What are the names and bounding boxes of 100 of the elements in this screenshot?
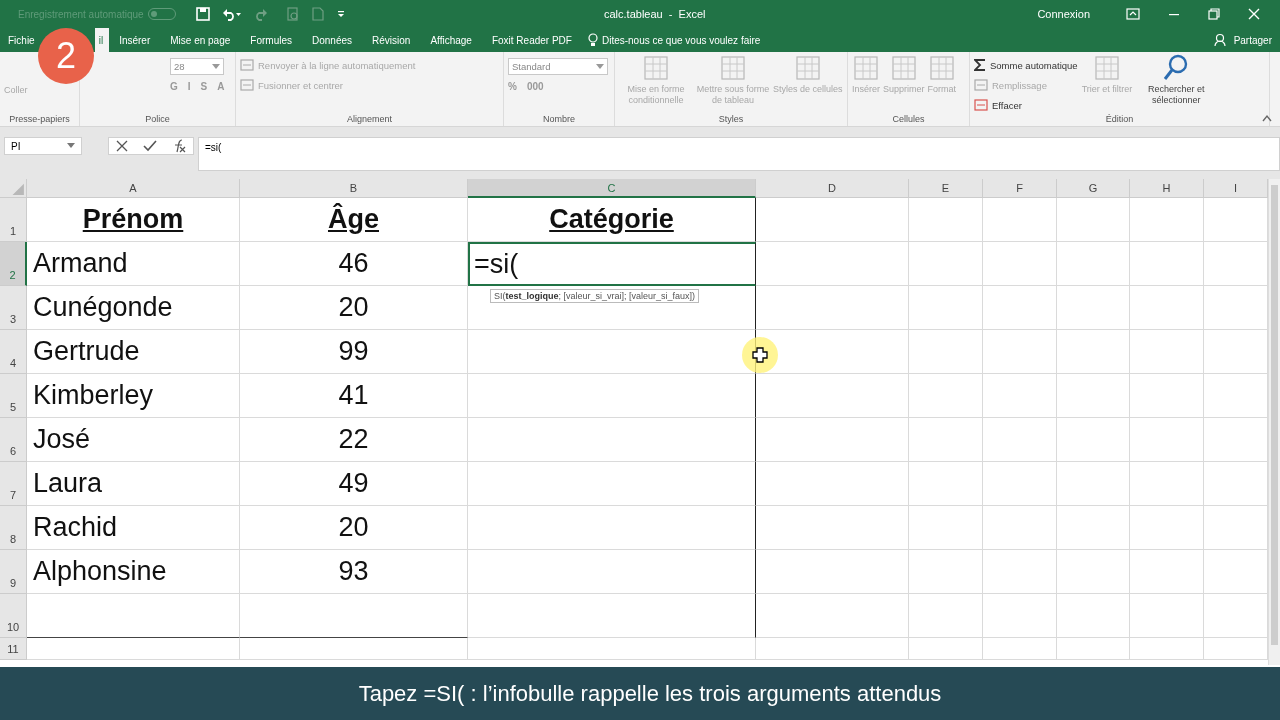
name-box[interactable]: PI — [4, 137, 82, 155]
ribbon-tab[interactable]: Affichage — [420, 28, 482, 52]
table-cell[interactable]: 20 — [240, 506, 468, 550]
column-header[interactable]: E — [909, 179, 983, 198]
cell-text: 41 — [338, 380, 369, 411]
ribbon-display-icon[interactable] — [1126, 8, 1140, 20]
table-cell[interactable] — [468, 418, 756, 462]
table-cell[interactable] — [468, 594, 756, 638]
formula-input[interactable]: =si( — [198, 137, 1280, 171]
table-cell[interactable] — [468, 506, 756, 550]
tell-me-search[interactable]: Dites-nous ce que vous voulez faire — [587, 33, 761, 47]
ribbon-tab[interactable]: Formules — [240, 28, 302, 52]
ribbon-tab[interactable]: Révision — [362, 28, 421, 52]
dropdown-caret-icon[interactable] — [212, 63, 221, 70]
group-label: Cellules — [891, 113, 926, 126]
column-header[interactable]: D — [756, 179, 909, 198]
collapse-ribbon-icon[interactable] — [1262, 114, 1272, 122]
row-header[interactable]: 11 — [0, 638, 27, 660]
ribbon-tab[interactable]: Mise en page — [160, 28, 241, 52]
enter-icon[interactable] — [143, 140, 157, 152]
mouse-cursor-icon[interactable] — [740, 335, 780, 375]
row-header[interactable]: 8 — [0, 506, 27, 550]
ribbon-tab[interactable]: Insérer — [109, 28, 161, 52]
column-header[interactable]: G — [1057, 179, 1130, 198]
table-cell[interactable]: 20 — [240, 286, 468, 330]
caption-banner: Tapez =SI( : l’infobulle rappelle les trois arguments attendus — [0, 667, 1280, 720]
table-cell[interactable]: Prénom — [27, 198, 240, 242]
table-cell[interactable] — [468, 374, 756, 418]
cell-text: Kimberley — [33, 380, 154, 411]
ribbon-button[interactable]: Effacer — [974, 98, 1078, 112]
vertical-scrollbar[interactable] — [1268, 179, 1280, 665]
ribbon-tab[interactable]: il — [94, 28, 110, 52]
table-cell[interactable]: Laura — [27, 462, 240, 506]
print-preview-icon[interactable] — [286, 7, 300, 21]
close-icon[interactable] — [1248, 8, 1260, 20]
table-cell[interactable]: 99 — [240, 330, 468, 374]
table-cell[interactable]: 46 — [240, 242, 468, 286]
row-header[interactable]: 2 — [0, 242, 27, 286]
function-tooltip: SI(test_logique; [valeur_si_vrai]; [valeur_si_faux]) — [490, 289, 700, 303]
table-cell[interactable] — [468, 550, 756, 594]
dropdown-field[interactable]: Standard — [508, 58, 608, 75]
table-cell[interactable] — [468, 286, 756, 330]
table-cell[interactable]: Cunégonde — [27, 286, 240, 330]
dropdown-caret-icon[interactable] — [596, 63, 604, 70]
new-document-icon[interactable] — [312, 7, 324, 21]
row-header[interactable]: 10 — [0, 594, 27, 638]
share-button[interactable]: Partager — [1213, 33, 1280, 47]
table-cell[interactable]: Catégorie — [468, 198, 756, 242]
row-header[interactable]: 9 — [0, 550, 27, 594]
column-header[interactable]: C — [468, 179, 756, 198]
row-header[interactable]: 7 — [0, 462, 27, 506]
cell-text: Laura — [33, 468, 103, 499]
column-header[interactable]: H — [1130, 179, 1204, 198]
undo-icon[interactable] — [222, 7, 242, 21]
sigma-icon[interactable] — [974, 58, 986, 72]
row-header[interactable]: 6 — [0, 418, 27, 462]
group-label: Édition — [1104, 113, 1135, 126]
ribbon-tab[interactable]: Fichie — [0, 28, 37, 52]
table-cell[interactable]: José — [27, 418, 240, 462]
column-header[interactable]: B — [240, 179, 468, 198]
save-icon[interactable] — [196, 7, 210, 21]
command-icon[interactable] — [974, 98, 988, 112]
ribbon-button[interactable]: Rechercher et sélectionner — [1136, 54, 1217, 106]
table-cell[interactable]: Alphonsine — [27, 550, 240, 594]
dropdown-field[interactable]: 28 — [170, 58, 225, 75]
cell-text: José — [33, 424, 91, 455]
ribbon-button[interactable]: Somme automatique — [974, 58, 1078, 72]
select-all-icon[interactable] — [0, 179, 27, 198]
column-header[interactable]: I — [1204, 179, 1268, 198]
lightbulb-icon[interactable] — [587, 33, 598, 47]
ribbon-tab[interactable]: Foxit Reader PDF — [481, 28, 582, 52]
cancel-icon[interactable] — [116, 140, 129, 152]
search-icon[interactable] — [1163, 54, 1190, 82]
row-header[interactable]: 3 — [0, 286, 27, 330]
table-cell[interactable]: 41 — [240, 374, 468, 418]
cell-text: 20 — [338, 292, 369, 323]
sign-in-link[interactable]: Connexion — [1037, 8, 1090, 20]
table-cell[interactable] — [468, 462, 756, 506]
table-cell[interactable]: Kimberley — [27, 374, 240, 418]
row-header[interactable]: 1 — [0, 198, 27, 242]
cell-text: Gertrude — [33, 336, 140, 367]
table-cell[interactable]: 93 — [240, 550, 468, 594]
cell-text: Âge — [328, 204, 379, 235]
table-cell[interactable]: Rachid — [27, 506, 240, 550]
column-header[interactable]: A — [27, 179, 240, 198]
column-header[interactable]: F — [983, 179, 1057, 198]
table-cell[interactable]: Gertrude — [27, 330, 240, 374]
cell-text: 93 — [338, 556, 369, 587]
person-icon[interactable] — [1213, 33, 1228, 47]
group-label: Presse-papiers — [8, 113, 71, 126]
table-cell[interactable]: Armand — [27, 242, 240, 286]
ribbon-tab[interactable]: Données — [302, 28, 363, 52]
table-cell[interactable]: 49 — [240, 462, 468, 506]
dropdown-caret-icon[interactable] — [67, 143, 75, 149]
table-cell[interactable]: Âge — [240, 198, 468, 242]
row-header[interactable]: 5 — [0, 374, 27, 418]
cell-text: 22 — [338, 424, 369, 455]
restore-icon[interactable] — [1208, 8, 1220, 20]
table-cell[interactable]: 22 — [240, 418, 468, 462]
row-header[interactable]: 4 — [0, 330, 27, 374]
